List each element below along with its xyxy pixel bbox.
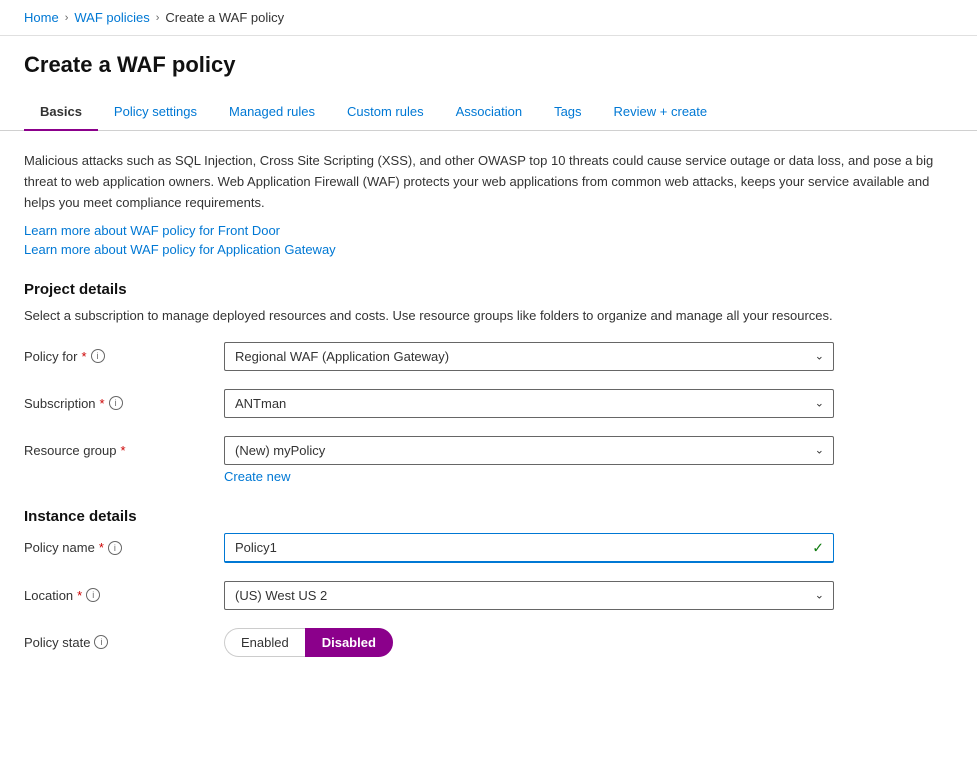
policy-name-info-icon[interactable]: i bbox=[108, 541, 122, 555]
tab-basics[interactable]: Basics bbox=[24, 94, 98, 131]
policy-for-label-text: Policy for bbox=[24, 349, 77, 364]
subscription-required: * bbox=[100, 396, 105, 411]
location-label: Location * i bbox=[24, 588, 224, 603]
policy-state-control: Enabled Disabled bbox=[224, 628, 834, 657]
breadcrumb-current: Create a WAF policy bbox=[165, 10, 284, 25]
resource-group-select[interactable]: (New) myPolicy bbox=[224, 436, 834, 465]
policy-name-input-wrapper: ✓ bbox=[224, 533, 834, 563]
location-control: (US) West US 2 (US) East US ⌄ bbox=[224, 581, 834, 610]
location-required: * bbox=[77, 588, 82, 603]
subscription-label-text: Subscription bbox=[24, 396, 96, 411]
location-row: Location * i (US) West US 2 (US) East US… bbox=[24, 581, 936, 610]
policy-name-label: Policy name * i bbox=[24, 540, 224, 555]
location-select[interactable]: (US) West US 2 (US) East US bbox=[224, 581, 834, 610]
create-new-link[interactable]: Create new bbox=[224, 469, 290, 484]
breadcrumb-waf[interactable]: WAF policies bbox=[74, 10, 149, 25]
project-details-desc: Select a subscription to manage deployed… bbox=[24, 306, 936, 326]
policy-state-disabled-button[interactable]: Disabled bbox=[305, 628, 393, 657]
resource-group-required: * bbox=[121, 443, 126, 458]
tabs-bar: Basics Policy settings Managed rules Cus… bbox=[0, 94, 977, 131]
location-select-wrapper: (US) West US 2 (US) East US ⌄ bbox=[224, 581, 834, 610]
policy-for-select-wrapper: Regional WAF (Application Gateway) Globa… bbox=[224, 342, 834, 371]
policy-state-enabled-button[interactable]: Enabled bbox=[224, 628, 305, 657]
subscription-row: Subscription * i ANTman ⌄ bbox=[24, 389, 936, 418]
tab-policy-settings[interactable]: Policy settings bbox=[98, 94, 213, 131]
tab-review-create[interactable]: Review + create bbox=[598, 94, 724, 131]
subscription-control: ANTman ⌄ bbox=[224, 389, 834, 418]
resource-group-row: Resource group * (New) myPolicy ⌄ Create… bbox=[24, 436, 936, 484]
subscription-label: Subscription * i bbox=[24, 396, 224, 411]
subscription-info-icon[interactable]: i bbox=[109, 396, 123, 410]
resource-group-label: Resource group * bbox=[24, 436, 224, 458]
policy-for-control: Regional WAF (Application Gateway) Globa… bbox=[224, 342, 834, 371]
policy-name-row: Policy name * i ✓ bbox=[24, 533, 936, 563]
breadcrumb-home[interactable]: Home bbox=[24, 10, 59, 25]
policy-for-select[interactable]: Regional WAF (Application Gateway) Globa… bbox=[224, 342, 834, 371]
policy-state-label-text: Policy state bbox=[24, 635, 90, 650]
policy-state-info-icon[interactable]: i bbox=[94, 635, 108, 649]
tab-association[interactable]: Association bbox=[440, 94, 538, 131]
policy-state-toggle: Enabled Disabled bbox=[224, 628, 834, 657]
policy-state-label: Policy state i bbox=[24, 635, 224, 650]
policy-for-row: Policy for * i Regional WAF (Application… bbox=[24, 342, 936, 371]
policy-state-row: Policy state i Enabled Disabled bbox=[24, 628, 936, 657]
location-label-text: Location bbox=[24, 588, 73, 603]
breadcrumb-sep-1: › bbox=[65, 12, 69, 24]
description-text: Malicious attacks such as SQL Injection,… bbox=[24, 151, 936, 213]
tab-managed-rules[interactable]: Managed rules bbox=[213, 94, 331, 131]
policy-for-info-icon[interactable]: i bbox=[91, 349, 105, 363]
location-info-icon[interactable]: i bbox=[86, 588, 100, 602]
subscription-select[interactable]: ANTman bbox=[224, 389, 834, 418]
policy-name-control: ✓ bbox=[224, 533, 834, 563]
page-header: Create a WAF policy bbox=[0, 36, 977, 78]
link-front-door[interactable]: Learn more about WAF policy for Front Do… bbox=[24, 223, 936, 238]
policy-name-required: * bbox=[99, 540, 104, 555]
main-content: Malicious attacks such as SQL Injection,… bbox=[0, 131, 960, 695]
resource-group-select-wrapper: (New) myPolicy ⌄ bbox=[224, 436, 834, 465]
tab-custom-rules[interactable]: Custom rules bbox=[331, 94, 440, 131]
instance-details-title: Instance details bbox=[24, 508, 936, 525]
page-title: Create a WAF policy bbox=[24, 52, 953, 78]
link-app-gateway[interactable]: Learn more about WAF policy for Applicat… bbox=[24, 242, 936, 257]
resource-group-control: (New) myPolicy ⌄ Create new bbox=[224, 436, 834, 484]
policy-for-label: Policy for * i bbox=[24, 349, 224, 364]
policy-for-required: * bbox=[81, 349, 86, 364]
breadcrumb-sep-2: › bbox=[156, 12, 160, 24]
policy-name-input[interactable] bbox=[224, 533, 834, 563]
breadcrumb: Home › WAF policies › Create a WAF polic… bbox=[0, 0, 977, 36]
tab-tags[interactable]: Tags bbox=[538, 94, 597, 131]
project-details-title: Project details bbox=[24, 281, 936, 298]
policy-name-label-text: Policy name bbox=[24, 540, 95, 555]
resource-group-label-text: Resource group bbox=[24, 443, 117, 458]
subscription-select-wrapper: ANTman ⌄ bbox=[224, 389, 834, 418]
